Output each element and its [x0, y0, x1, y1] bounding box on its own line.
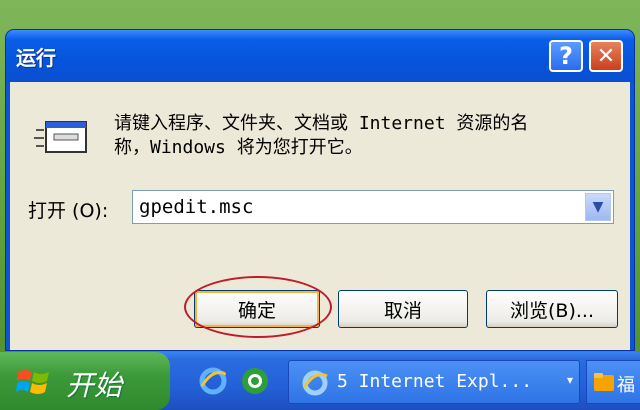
- taskbar-item-app[interactable]: 福: [586, 360, 640, 404]
- open-label: 打开 (O):: [28, 200, 109, 222]
- run-description: 请键入程序、文件夹、文档或 Internet 资源的名 称，Windows 将为…: [114, 112, 614, 160]
- taskbar-item-internet-explorer[interactable]: 5 Internet Expl... ▾: [288, 360, 580, 404]
- tray-label: 福: [617, 375, 635, 396]
- help-icon: ?: [559, 42, 573, 70]
- run-program-icon: [34, 121, 87, 153]
- start-button[interactable]: 开始: [0, 352, 170, 410]
- chevron-down-icon: ▼: [592, 199, 604, 215]
- cancel-label: 取消: [383, 299, 422, 322]
- dropdown-button[interactable]: ▼: [585, 193, 611, 221]
- close-button[interactable]: ✕: [589, 40, 623, 72]
- description-line-2: 称，Windows 将为您打开它。: [114, 137, 363, 158]
- highlight-circle: [184, 276, 332, 338]
- task-label: 5 Internet Expl...: [337, 371, 533, 392]
- chevron-down-icon: ▾: [566, 373, 573, 387]
- help-button[interactable]: ?: [549, 40, 583, 72]
- window-title: 运行: [16, 46, 56, 70]
- browse-label: 浏览(B)...: [510, 299, 594, 322]
- title-bar[interactable]: 运行 ? ✕: [6, 30, 634, 82]
- folder-app-icon: [594, 373, 614, 391]
- close-icon: ✕: [596, 43, 616, 69]
- taskbar: 开始 5 Internet Expl... ▾ 福: [0, 352, 640, 410]
- windows-logo-icon: [16, 370, 49, 394]
- ie-green-icon[interactable]: [240, 366, 270, 396]
- command-input[interactable]: gpedit.msc: [139, 196, 253, 218]
- dialog-body: 请键入程序、文件夹、文档或 Internet 资源的名 称，Windows 将为…: [10, 82, 630, 350]
- run-dialog: 运行 ? ✕ 请键入程序、文件夹、文档或 Internet 资源的名 称，Win…: [6, 30, 634, 350]
- internet-explorer-icon[interactable]: [198, 366, 228, 396]
- start-label: 开始: [66, 369, 123, 402]
- internet-explorer-icon: [302, 370, 328, 396]
- description-line-1: 请键入程序、文件夹、文档或 Internet 资源的名: [114, 113, 529, 134]
- command-combobox[interactable]: gpedit.msc ▼: [132, 190, 614, 224]
- browse-button[interactable]: 浏览(B)...: [486, 290, 618, 328]
- cancel-button[interactable]: 取消: [338, 290, 468, 328]
